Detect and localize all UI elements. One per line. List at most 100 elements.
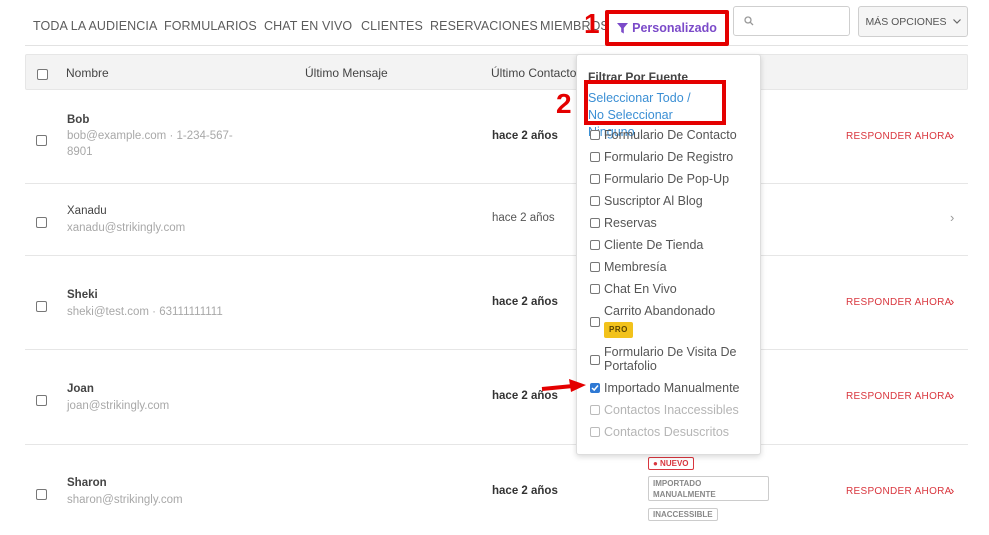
tab-live-chat[interactable]: CHAT EN VIVO [264,19,352,33]
filter-option[interactable]: Formulario De Contacto [590,128,737,142]
filter-checkbox[interactable] [590,317,600,327]
tab-reservations[interactable]: RESERVACIONES [430,19,538,33]
contact-details: joan@strikingly.com [67,400,170,412]
search-icon [744,16,754,26]
select-all-checkbox[interactable] [37,69,48,80]
more-options-button[interactable]: MÁS OPCIONES [858,6,968,37]
filter-option-label: Suscriptor Al Blog [604,194,703,208]
column-last-contact: Último Contacto [491,66,577,80]
pro-badge: PRO [604,322,633,338]
filter-option[interactable]: Contactos Inaccessibles [590,403,739,417]
contact-name: Sheki [67,289,98,301]
filter-option-label: Reservas [604,216,657,230]
reply-now-link[interactable]: RESPONDER AHORA [846,391,952,402]
filter-option-label: Importado Manualmente [604,381,740,395]
filter-checkbox[interactable] [590,196,600,206]
more-options-label: MÁS OPCIONES [865,15,947,28]
filter-option[interactable]: Carrito Abandonado PRO [590,304,715,338]
filter-option[interactable]: Cliente De Tienda [590,238,703,252]
filter-checkbox[interactable] [590,240,600,250]
filter-checkbox-checked[interactable] [590,383,600,393]
filter-option-label: Formulario De Contacto [604,128,737,142]
filter-option[interactable]: Formulario De Pop-Up [590,172,729,186]
filter-option[interactable]: Reservas [590,216,657,230]
annotation-step-1: 1 [584,8,600,39]
search-field[interactable] [733,6,850,36]
custom-filter-label: Personalizado [632,21,717,35]
contact-details: sheki@test.com · 63111111111 [67,306,223,318]
filter-checkbox[interactable] [590,152,600,162]
filter-option[interactable]: Formulario De Visita De Portafolio [590,345,740,373]
filter-checkbox[interactable] [590,218,600,228]
row-checkbox[interactable] [36,301,47,312]
filter-option[interactable]: Formulario De Registro [590,150,733,164]
last-contact-date: hace 2 años [492,485,558,497]
filter-option-label: Contactos Desuscritos [604,425,730,439]
contact-details: sharon@strikingly.com [67,494,183,506]
new-badge: ● NUEVO [648,457,694,470]
reply-now-link[interactable]: RESPONDER AHORA [846,131,952,142]
contact-name: Joan [67,383,94,395]
filter-checkbox[interactable] [590,284,600,294]
chevron-down-icon [952,19,961,24]
filter-icon [617,22,629,33]
filter-option-label: Contactos Inaccessibles [604,403,739,417]
filter-checkbox[interactable] [590,262,600,272]
row-checkbox[interactable] [36,489,47,500]
filter-option[interactable]: Chat En Vivo [590,282,677,296]
table-row[interactable]: Sharon sharon@strikingly.com hace 2 años… [25,445,968,535]
inaccessible-badge: INACCESSIBLE [648,508,718,521]
check-icon [591,385,599,392]
filter-option-label: Membresía [604,260,667,274]
row-checkbox[interactable] [36,217,47,228]
filter-checkbox[interactable] [590,130,600,140]
contact-name: Bob [67,114,90,126]
table-row[interactable]: Joan joan@strikingly.com hace 2 años RES… [25,350,968,445]
last-contact-date: hace 2 años [492,296,558,308]
tab-all-audience[interactable]: TODA LA AUDIENCIA [33,19,157,33]
contact-name: Xanadu [67,205,107,217]
filter-checkbox[interactable] [590,355,600,365]
filter-checkbox[interactable] [590,405,600,415]
filter-option-label: Formulario De Visita De Portafolio [604,345,737,373]
tab-customers[interactable]: CLIENTES [361,19,423,33]
reply-now-link[interactable]: RESPONDER AHORA [846,297,952,308]
last-contact-date: hace 2 años [492,212,555,224]
filter-option-label: Formulario De Registro [604,150,734,164]
row-checkbox[interactable] [36,135,47,146]
annotation-step-2: 2 [556,88,572,119]
chevron-right-icon[interactable]: › [950,388,954,403]
contact-details: bob@example.com · 1-234-567-8901 [67,130,233,158]
imported-badge: IMPORTADO MANUALMENTE [648,476,769,501]
filter-option-label: Formulario De Pop-Up [604,172,730,186]
filter-option-label: Chat En Vivo [604,282,677,296]
reply-now-link[interactable]: RESPONDER AHORA [846,486,952,497]
chevron-right-icon[interactable]: › [950,128,954,143]
custom-filter-button[interactable]: Personalizado [605,10,729,46]
filter-option[interactable]: Importado Manualmente [590,381,740,395]
filter-option[interactable]: Membresía [590,260,667,274]
filter-option[interactable]: Suscriptor Al Blog [590,194,703,208]
table-row[interactable]: Xanadu xanadu@strikingly.com hace 2 años… [25,184,968,256]
chevron-right-icon[interactable]: › [950,294,954,309]
chevron-right-icon[interactable]: › [950,210,954,225]
filter-option[interactable]: Contactos Desuscritos [590,425,729,439]
table-header: Nombre Último Mensaje Último Contacto [25,54,968,90]
arrow-annotation-icon [541,379,586,392]
filter-checkbox[interactable] [590,174,600,184]
table-row[interactable]: Sheki sheki@test.com · 63111111111 hace … [25,256,968,350]
tab-forms[interactable]: FORMULARIOS [164,19,257,33]
filter-option-label: Cliente De Tienda [604,238,704,252]
annotation-highlight-box [584,80,726,125]
filter-option-content: Carrito Abandonado PRO [604,304,715,338]
last-contact-date: hace 2 años [492,130,558,142]
contact-details: xanadu@strikingly.com [67,222,186,234]
filter-option-label: Carrito Abandonado [604,304,716,318]
contact-name: Sharon [67,477,107,489]
search-input[interactable] [760,11,845,31]
chevron-right-icon[interactable]: › [950,483,954,498]
row-checkbox[interactable] [36,395,47,406]
filter-checkbox[interactable] [590,427,600,437]
table-row[interactable]: Bob bob@example.com · 1-234-567-8901 hac… [25,90,968,184]
column-last-message: Último Mensaje [305,66,388,80]
